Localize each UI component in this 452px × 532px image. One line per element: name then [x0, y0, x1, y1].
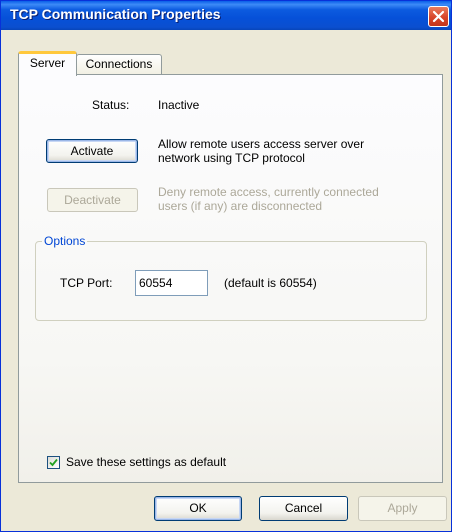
- ok-button[interactable]: OK: [154, 496, 242, 521]
- tab-server-label: Server: [29, 56, 66, 70]
- server-tab-panel: Status: Inactive Activate Allow remote u…: [18, 74, 443, 483]
- tab-connections-label: Connections: [85, 57, 153, 71]
- activate-description-line2: network using TCP protocol: [158, 151, 305, 165]
- status-value: Inactive: [158, 98, 200, 112]
- tab-connections[interactable]: Connections: [76, 54, 162, 75]
- window-title: TCP Communication Properties: [10, 6, 221, 22]
- apply-button[interactable]: Apply: [358, 496, 447, 521]
- save-default-checkbox[interactable]: [47, 456, 60, 469]
- tcp-port-input[interactable]: [135, 270, 208, 296]
- close-icon: [432, 10, 445, 23]
- title-bar[interactable]: TCP Communication Properties: [1, 1, 451, 30]
- activate-button[interactable]: Activate: [46, 139, 138, 163]
- save-default-label[interactable]: Save these settings as default: [66, 455, 226, 469]
- tcp-port-label: TCP Port:: [60, 276, 113, 290]
- deactivate-button[interactable]: Deactivate: [47, 188, 138, 212]
- deactivate-description-line2: users (if any) are disconnected: [158, 199, 323, 213]
- tcp-port-hint: (default is 60554): [224, 276, 317, 290]
- tab-server[interactable]: Server: [18, 51, 77, 76]
- cancel-button[interactable]: Cancel: [259, 496, 348, 521]
- dialog-window: TCP Communication Properties Server Conn…: [0, 0, 452, 532]
- checkmark-icon: [49, 458, 58, 467]
- close-button[interactable]: [428, 6, 449, 27]
- activate-description-line1: Allow remote users access server over: [158, 137, 365, 151]
- options-legend: Options: [42, 234, 88, 248]
- options-groupbox: Options TCP Port: (default is 60554): [35, 234, 427, 321]
- status-label: Status:: [92, 98, 130, 112]
- deactivate-description-line1: Deny remote access, currently connected: [158, 185, 379, 199]
